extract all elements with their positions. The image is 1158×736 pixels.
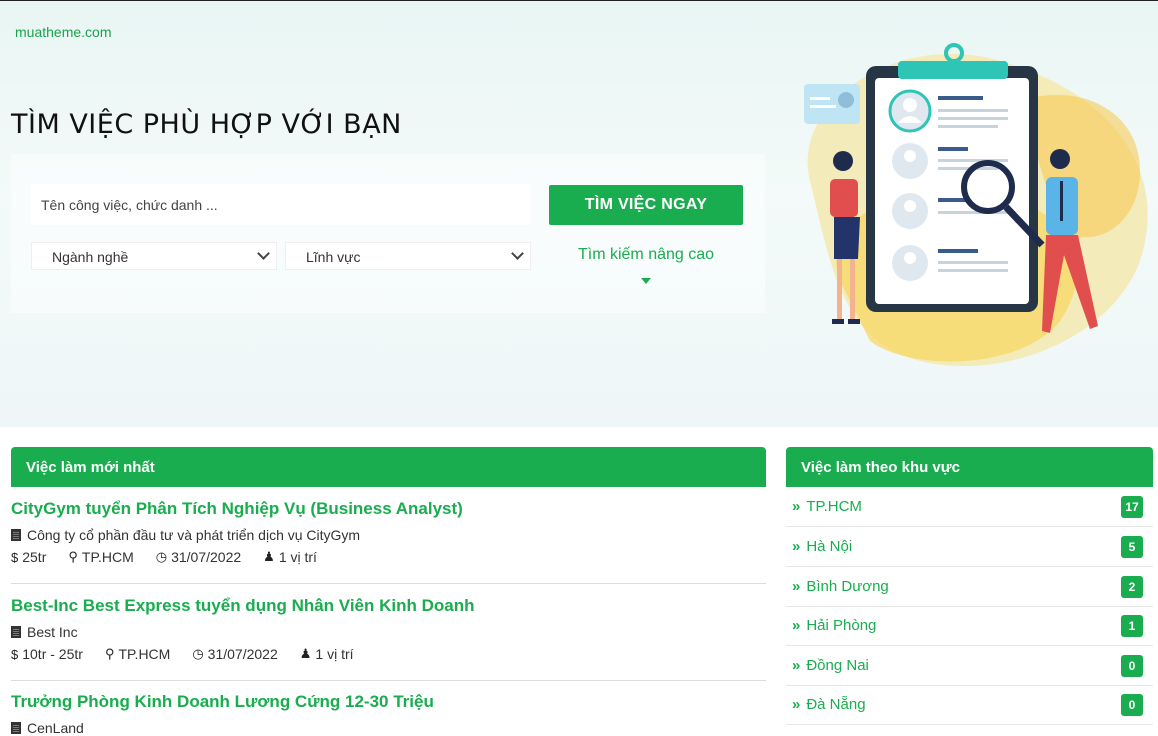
region-item-binh-duong[interactable]: » Bình Dương 2 [786, 567, 1153, 607]
chevron-down-icon [511, 247, 524, 260]
job-salary-value: 25tr [22, 549, 47, 565]
job-company: CenLand [11, 720, 766, 736]
job-company-name: Công ty cổ phần đầu tư và phát triển dịc… [27, 527, 361, 543]
clock-icon: ◷ [192, 646, 204, 661]
region-item-hai-phong[interactable]: » Hải Phòng 1 [786, 606, 1153, 646]
building-icon [11, 722, 21, 734]
region-name: Đà Nẵng [806, 696, 866, 713]
region-count-badge: 0 [1121, 655, 1143, 677]
job-salary: $25tr [11, 549, 46, 565]
field-select-label: Lĩnh vực [306, 249, 361, 265]
region-count-badge: 17 [1121, 496, 1143, 518]
job-deadline: ◷ 31/07/2022 [192, 646, 277, 662]
search-panel: Ngành nghề Lĩnh vực TÌM VIỆC NGAY Tìm ki… [11, 154, 765, 313]
job-search-illustration [804, 43, 1148, 367]
site-logo[interactable]: muatheme.com [15, 24, 111, 40]
double-chevron-right-icon: » [792, 538, 801, 555]
job-company: Công ty cổ phần đầu tư và phát triển dịc… [11, 527, 766, 543]
double-chevron-right-icon: » [792, 696, 801, 713]
job-title-link[interactable]: Trưởng Phòng Kinh Doanh Lương Cứng 12-30… [11, 692, 766, 712]
industry-select[interactable]: Ngành nghề [31, 242, 277, 270]
region-item-da-nang[interactable]: » Đà Nẵng 0 [786, 685, 1153, 725]
dollar-icon: $ [11, 646, 19, 662]
job-deadline: ◷ 31/07/2022 [156, 549, 241, 565]
job-salary: $10tr - 25tr [11, 646, 83, 662]
region-count-badge: 0 [1121, 694, 1143, 716]
job-company-name: CenLand [27, 720, 84, 736]
search-button[interactable]: TÌM VIỆC NGAY [549, 185, 743, 225]
hero-title: TÌM VIỆC PHÙ HỢP VỚI BẠN [11, 109, 402, 140]
double-chevron-right-icon: » [792, 617, 801, 634]
map-marker-icon: ⚲ [104, 646, 115, 661]
job-deadline-value: 31/07/2022 [171, 549, 242, 565]
region-name: TP.HCM [806, 498, 862, 515]
divider [11, 583, 766, 584]
job-positions: ♟ 1 vị trí [263, 549, 317, 565]
caret-down-icon[interactable] [641, 278, 651, 284]
job-title-link[interactable]: CityGym tuyển Phân Tích Nghiệp Vụ (Busin… [11, 499, 766, 519]
job-location-value: TP.HCM [118, 646, 171, 662]
latest-jobs-heading: Việc làm mới nhất [11, 447, 766, 487]
region-jobs-heading: Việc làm theo khu vực [786, 447, 1153, 487]
job-location-value: TP.HCM [81, 549, 134, 565]
job-positions-value: 1 vị trí [278, 549, 317, 565]
job-card: Best-Inc Best Express tuyển dụng Nhân Vi… [11, 596, 766, 662]
divider [11, 680, 766, 681]
user-icon: ♟ [299, 646, 312, 661]
region-item-ha-noi[interactable]: » Hà Nội 5 [786, 527, 1153, 567]
job-positions-value: 1 vị trí [315, 646, 354, 662]
job-company: Best Inc [11, 624, 766, 640]
region-name: Bình Dương [806, 578, 889, 595]
double-chevron-right-icon: » [792, 657, 801, 674]
dollar-icon: $ [11, 549, 19, 565]
advanced-search-link[interactable]: Tìm kiếm nâng cao [549, 246, 743, 264]
double-chevron-right-icon: » [792, 578, 801, 595]
industry-select-label: Ngành nghề [52, 249, 129, 265]
region-count-badge: 5 [1121, 536, 1143, 558]
region-name: Hà Nội [806, 538, 853, 555]
job-location: ⚲ TP.HCM [105, 646, 170, 662]
job-card: CityGym tuyển Phân Tích Nghiệp Vụ (Busin… [11, 499, 766, 565]
region-item-dong-nai[interactable]: » Đồng Nai 0 [786, 646, 1153, 686]
job-positions: ♟ 1 vị trí [300, 646, 354, 662]
region-item-tphcm[interactable]: » TP.HCM 17 [786, 487, 1153, 527]
region-name: Đồng Nai [806, 657, 869, 674]
region-count-badge: 1 [1121, 615, 1143, 637]
region-name: Hải Phòng [806, 617, 877, 634]
clock-icon: ◷ [155, 549, 168, 564]
keyword-search-input[interactable] [31, 184, 531, 225]
building-icon [11, 529, 21, 541]
user-icon: ♟ [263, 549, 275, 564]
job-meta: $10tr - 25tr ⚲ TP.HCM ◷ 31/07/2022 ♟ 1 vị t… [11, 646, 766, 662]
job-salary-value: 10tr - 25tr [22, 646, 83, 662]
chevron-down-icon [257, 247, 270, 260]
building-icon [11, 626, 21, 638]
job-company-name: Best Inc [27, 624, 78, 640]
job-title-link[interactable]: Best-Inc Best Express tuyển dụng Nhân Vi… [11, 596, 766, 616]
job-location: ⚲ TP.HCM [68, 549, 133, 565]
job-card: Trưởng Phòng Kinh Doanh Lương Cứng 12-30… [11, 692, 766, 736]
job-meta: $25tr ⚲ TP.HCM ◷ 31/07/2022 ♟ 1 vị trí [11, 549, 766, 565]
double-chevron-right-icon: » [792, 498, 801, 515]
region-count-badge: 2 [1121, 576, 1143, 598]
hero-banner: muatheme.com TÌM VIỆC PHÙ HỢP VỚI BẠN Ng… [0, 1, 1158, 427]
map-marker-icon: ⚲ [68, 549, 78, 564]
job-deadline-value: 31/07/2022 [207, 646, 278, 662]
field-select[interactable]: Lĩnh vực [285, 242, 531, 270]
